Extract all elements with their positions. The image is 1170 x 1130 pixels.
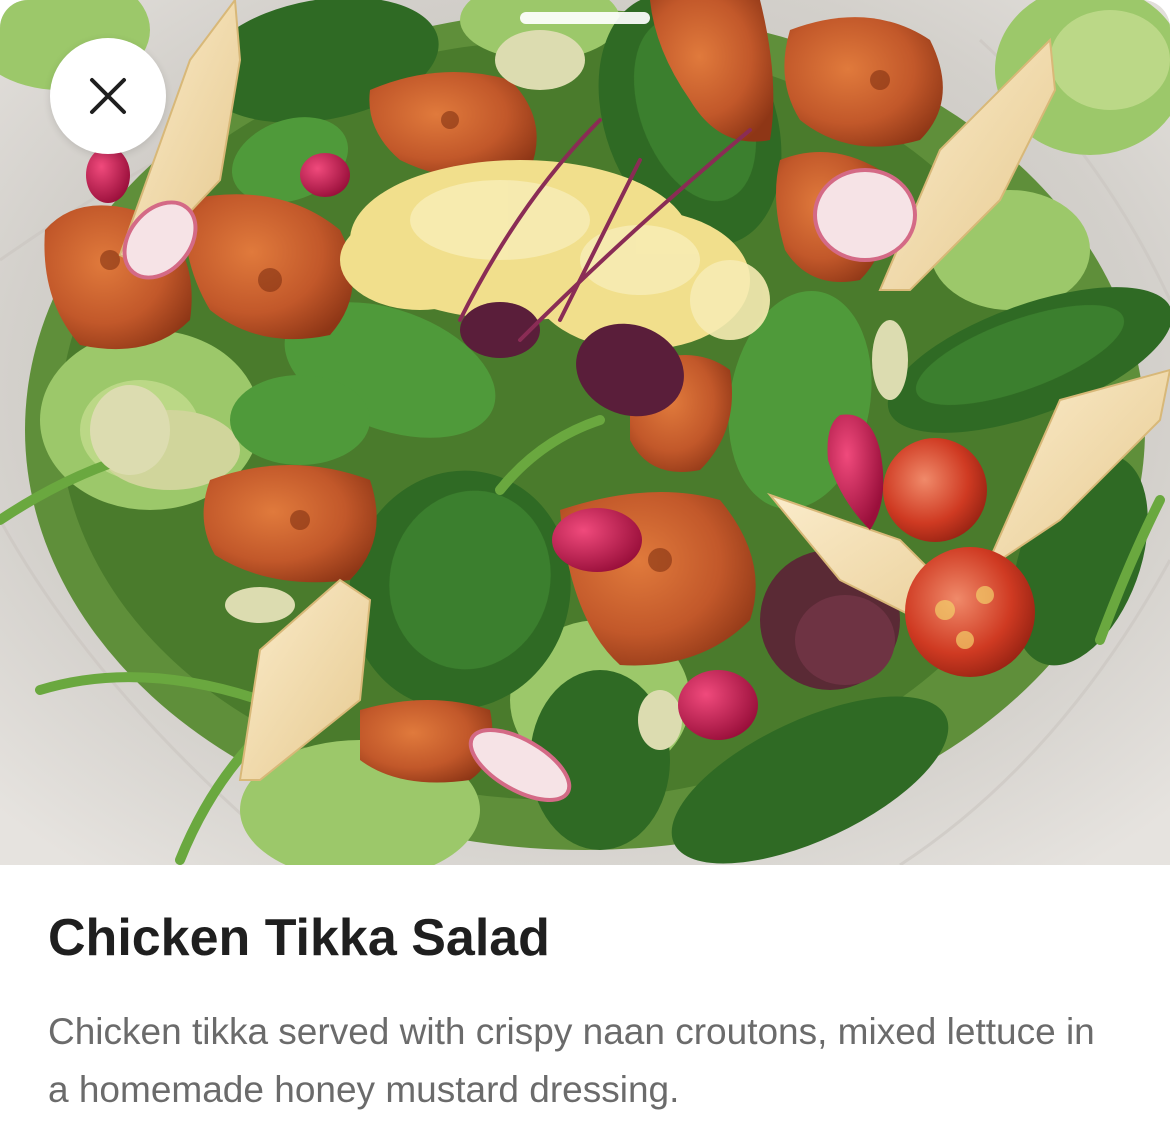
close-icon	[88, 76, 128, 116]
item-description: Chicken tikka served with crispy naan cr…	[48, 1011, 1095, 1110]
close-button[interactable]	[50, 38, 166, 154]
item-title: Chicken Tikka Salad	[48, 909, 550, 967]
sheet-grab-handle[interactable]	[520, 12, 650, 24]
item-photo	[0, 0, 1170, 865]
item-detail-sheet: Chicken Tikka Salad Chicken tikka served…	[0, 0, 1170, 1130]
item-details: Chicken Tikka Salad Chicken tikka served…	[0, 865, 1170, 1130]
salad-illustration	[0, 0, 1170, 865]
